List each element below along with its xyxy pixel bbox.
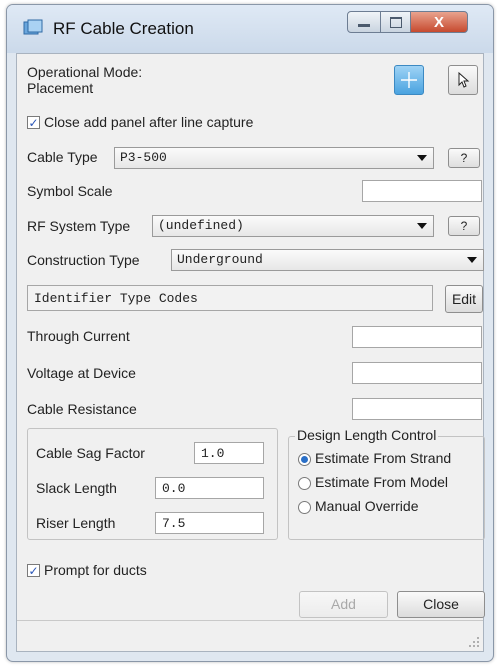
maximize-button[interactable] <box>380 11 411 33</box>
close-window-button[interactable]: X <box>410 11 468 33</box>
manual-override-label: Manual Override <box>315 498 419 514</box>
chevron-down-icon <box>417 155 427 161</box>
rf-system-type-help-button[interactable]: ? <box>448 216 480 236</box>
status-bar <box>17 620 483 651</box>
minimize-button[interactable] <box>347 11 381 33</box>
symbol-scale-label: Symbol Scale <box>27 183 113 199</box>
close-after-capture-label: Close add panel after line capture <box>44 114 254 130</box>
dialog-body: Operational Mode: Placement ✓ Close add … <box>16 53 485 652</box>
cable-type-label: Cable Type <box>27 149 98 165</box>
crosshair-icon <box>401 72 417 88</box>
operational-mode-label: Operational Mode: <box>27 64 143 80</box>
voltage-at-device-input[interactable] <box>352 362 482 384</box>
cable-resistance-label: Cable Resistance <box>27 401 137 417</box>
cable-type-dropdown[interactable]: P3-500 <box>114 147 434 169</box>
design-length-control-group: Design Length Control Estimate From Stra… <box>288 427 485 540</box>
design-length-control-title: Design Length Control <box>295 427 439 443</box>
crosshair-tool-button[interactable] <box>394 65 424 95</box>
check-icon: ✓ <box>28 115 39 130</box>
symbol-scale-input[interactable] <box>362 180 482 202</box>
prompt-for-ducts-checkbox[interactable]: ✓ <box>27 564 40 577</box>
voltage-at-device-label: Voltage at Device <box>27 365 136 381</box>
minimize-icon <box>358 24 370 27</box>
identifier-type-codes-field: Identifier Type Codes <box>27 285 433 311</box>
title-bar[interactable]: RF Cable Creation X <box>7 5 493 53</box>
close-button[interactable]: Close <box>397 591 485 618</box>
slack-length-label: Slack Length <box>36 480 117 496</box>
edit-button[interactable]: Edit <box>445 285 483 313</box>
through-current-label: Through Current <box>27 328 130 344</box>
riser-length-label: Riser Length <box>36 515 116 531</box>
chevron-down-icon <box>467 257 477 263</box>
rf-system-type-value: (undefined) <box>158 218 244 233</box>
cable-sag-factor-input[interactable]: 1.0 <box>194 442 264 464</box>
window-title: RF Cable Creation <box>53 19 194 38</box>
estimate-from-model-label: Estimate From Model <box>315 474 449 490</box>
estimate-from-model-radio[interactable] <box>298 477 311 490</box>
add-button[interactable]: Add <box>299 591 388 618</box>
manual-override-radio[interactable] <box>298 501 311 514</box>
chevron-down-icon <box>417 223 427 229</box>
cable-resistance-input[interactable] <box>352 398 482 420</box>
cable-sag-group: Cable Sag Factor 1.0 Slack Length 0.0 Ri… <box>27 428 278 540</box>
pointer-tool-button[interactable] <box>448 65 478 95</box>
construction-type-label: Construction Type <box>27 252 140 268</box>
close-icon: X <box>433 13 444 31</box>
close-after-capture-checkbox[interactable]: ✓ <box>27 116 40 129</box>
check-icon: ✓ <box>28 563 39 578</box>
estimate-from-strand-label: Estimate From Strand <box>315 450 452 466</box>
slack-length-input[interactable]: 0.0 <box>155 477 264 499</box>
through-current-input[interactable] <box>352 326 482 348</box>
estimate-from-strand-radio[interactable] <box>298 453 311 466</box>
construction-type-dropdown[interactable]: Underground <box>171 249 484 271</box>
cable-type-help-button[interactable]: ? <box>448 148 480 168</box>
rf-cable-creation-window: RF Cable Creation X Operational Mode: Pl… <box>6 4 494 662</box>
resize-grip-icon <box>469 637 479 647</box>
operational-mode-value: Placement <box>27 80 94 96</box>
cable-type-value: P3-500 <box>120 150 167 165</box>
prompt-for-ducts-label: Prompt for ducts <box>44 562 147 578</box>
maximize-icon <box>389 16 402 28</box>
rf-system-type-dropdown[interactable]: (undefined) <box>152 215 434 237</box>
app-icon <box>23 19 43 40</box>
pointer-icon <box>458 71 470 88</box>
riser-length-input[interactable]: 7.5 <box>155 512 264 534</box>
rf-system-type-label: RF System Type <box>27 218 131 234</box>
cable-sag-factor-label: Cable Sag Factor <box>36 445 145 461</box>
construction-type-value: Underground <box>177 252 263 267</box>
